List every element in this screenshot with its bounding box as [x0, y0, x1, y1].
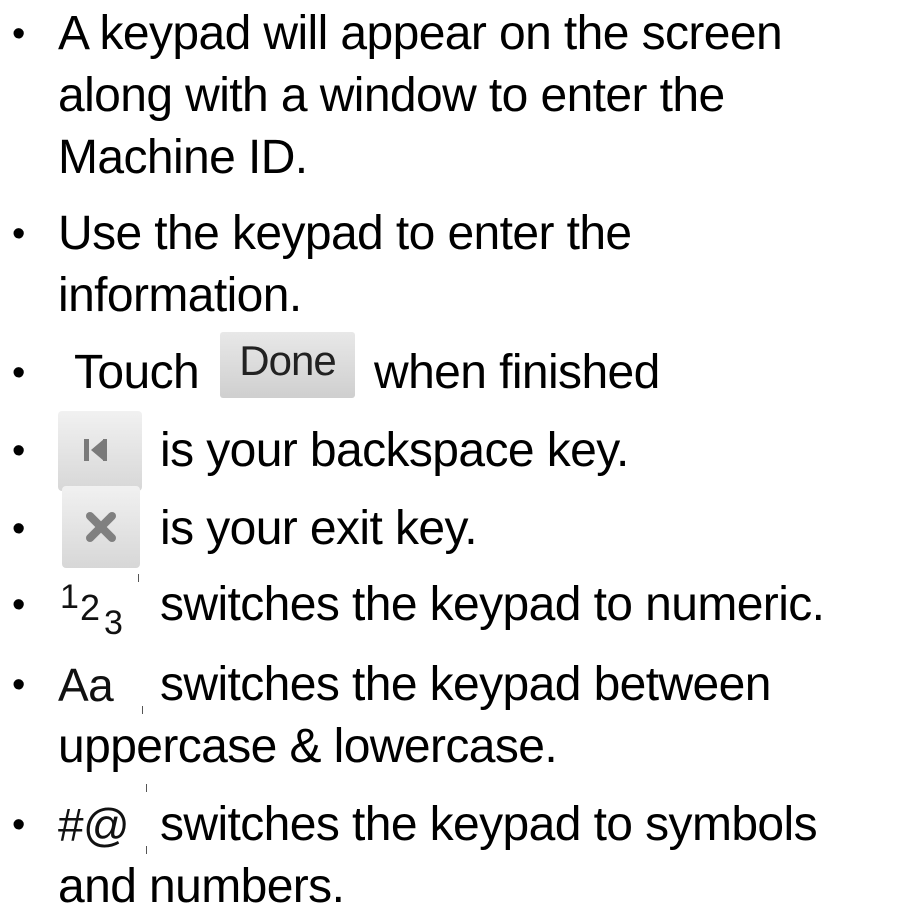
case-description-continuation: uppercase & lowercase. [58, 720, 558, 773]
touch-label: Touch [74, 346, 200, 399]
bullet-text: Use the keypad to enter the information. [58, 203, 632, 327]
key-corner-mark [142, 706, 143, 714]
key-corner-mark [146, 846, 147, 854]
key-corner-mark [146, 784, 147, 792]
text-line: along with a window to enter the [58, 69, 725, 122]
backspace-description: is your backspace key. [160, 424, 629, 477]
numeric-description: switches the keypad to numeric. [160, 578, 825, 631]
text-line: A keypad will appear on the screen [58, 7, 783, 60]
backspace-key-icon [58, 411, 142, 491]
bullet: • [12, 584, 25, 626]
bullet-text: A keypad will appear on the screen along… [58, 3, 783, 189]
exit-description: is your exit key. [160, 502, 478, 555]
instruction-slide: • A keypad will appear on the screen alo… [0, 0, 919, 913]
bullet: • [12, 352, 25, 394]
text-line: information. [58, 269, 302, 322]
symbols-key-icon: #@ [58, 784, 148, 864]
bullet: • [12, 430, 25, 472]
symbols-key-label: #@ [58, 799, 130, 851]
done-key-image: Done [220, 332, 355, 398]
case-description: switches the keypad between [160, 658, 771, 711]
bullet: • [12, 508, 25, 550]
bullet: • [12, 213, 25, 255]
symbols-description-continuation: and numbers. [58, 860, 345, 913]
numeric-key-digit-2: 2 [80, 587, 99, 628]
bullet: • [12, 664, 25, 706]
done-description: when finished [374, 346, 660, 399]
exit-key-icon [62, 486, 140, 568]
bullet: • [12, 804, 25, 846]
case-key-icon: Aa [58, 659, 114, 711]
text-line: Use the keypad to enter the [58, 207, 632, 260]
numeric-key-icon: 1 2 3 [58, 570, 144, 642]
text-line: Machine ID. [58, 131, 308, 184]
numeric-key-digit-3: 3 [104, 604, 122, 640]
symbols-description: switches the keypad to symbols [160, 798, 818, 851]
numeric-key-digit-1: 1 [60, 578, 78, 616]
bullet: • [12, 13, 25, 55]
